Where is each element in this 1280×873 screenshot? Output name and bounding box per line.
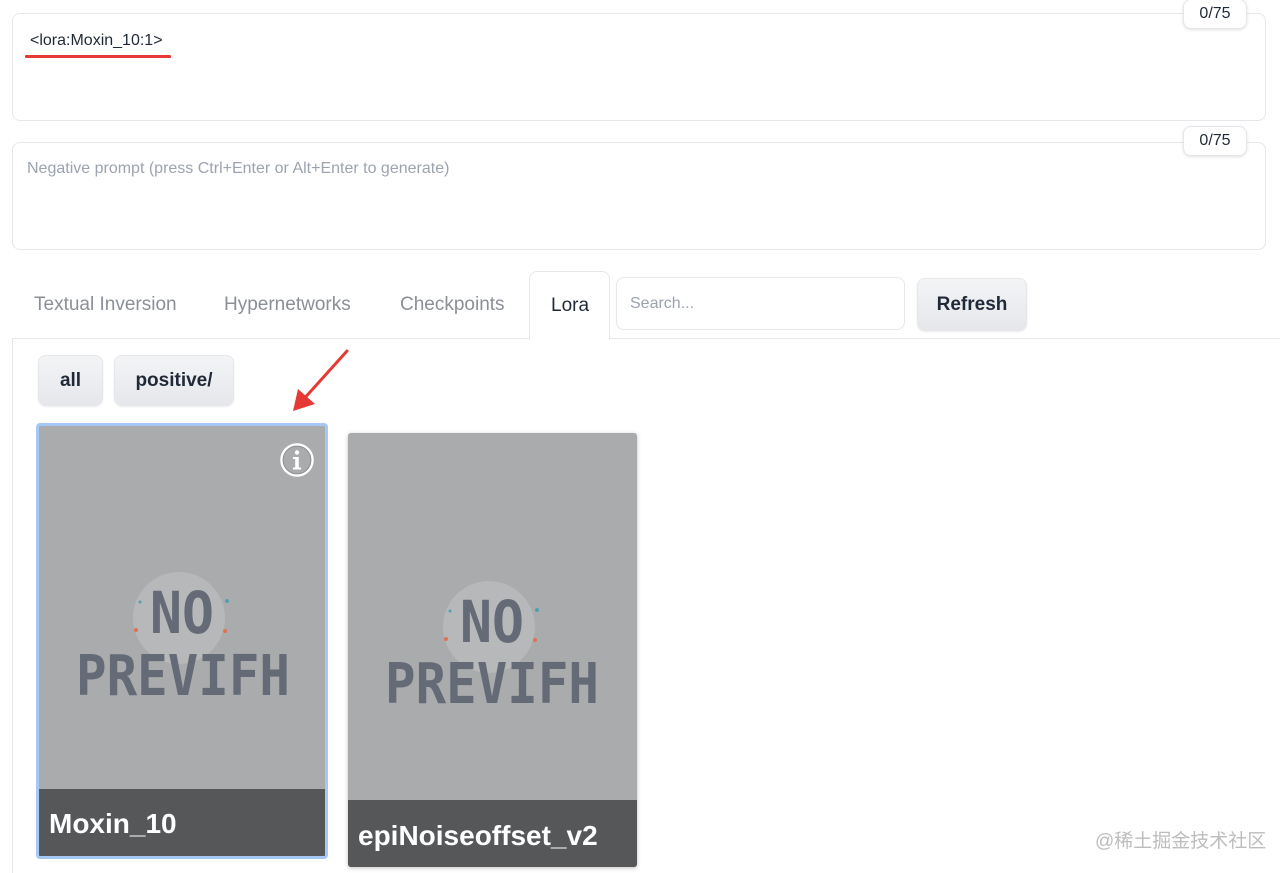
panel-border: [12, 338, 13, 873]
negative-prompt-token-counter: 0/75: [1183, 126, 1247, 156]
lora-card-moxin[interactable]: NO PREVIFH Moxin_10: [36, 423, 328, 859]
refresh-button[interactable]: Refresh: [917, 278, 1027, 331]
no-preview-word-2: PREVIFH: [76, 644, 290, 709]
watermark: @稀土掘金技术社区: [1095, 831, 1267, 852]
prompt-text: <lora:Moxin_10:1>: [30, 32, 163, 49]
negative-prompt-textarea[interactable]: Negative prompt (press Ctrl+Enter or Alt…: [12, 142, 1266, 250]
tab-checkpoints[interactable]: Checkpoints: [400, 294, 505, 316]
filter-positive-button[interactable]: positive/: [114, 355, 234, 406]
red-arrow-annotation: [293, 349, 349, 411]
tab-divider: [12, 338, 1280, 339]
filter-all-button[interactable]: all: [38, 355, 103, 406]
negative-prompt-placeholder: Negative prompt (press Ctrl+Enter or Alt…: [27, 160, 450, 177]
no-preview-image: NO PREVIFH: [385, 581, 599, 717]
tab-textual-inversion[interactable]: Textual Inversion: [34, 294, 177, 316]
card-name: Moxin_10: [39, 789, 325, 856]
info-icon[interactable]: [279, 442, 315, 483]
prompt-token-counter: 0/75: [1183, 0, 1247, 29]
tab-lora[interactable]: Lora: [529, 271, 610, 340]
tab-hypernetworks[interactable]: Hypernetworks: [224, 294, 351, 316]
prompt-textarea[interactable]: <lora:Moxin_10:1>: [12, 13, 1266, 121]
no-preview-word-1: NO: [460, 588, 524, 656]
search-input[interactable]: [616, 277, 905, 330]
red-underline-annotation: [25, 55, 171, 58]
tab-lora-label: Lora: [551, 295, 590, 316]
lora-card-epinoiseoffset[interactable]: NO PREVIFH epiNoiseoffset_v2: [348, 433, 637, 867]
no-preview-word-2: PREVIFH: [385, 652, 599, 717]
no-preview-word-1: NO: [150, 579, 214, 647]
card-name: epiNoiseoffset_v2: [348, 800, 637, 867]
